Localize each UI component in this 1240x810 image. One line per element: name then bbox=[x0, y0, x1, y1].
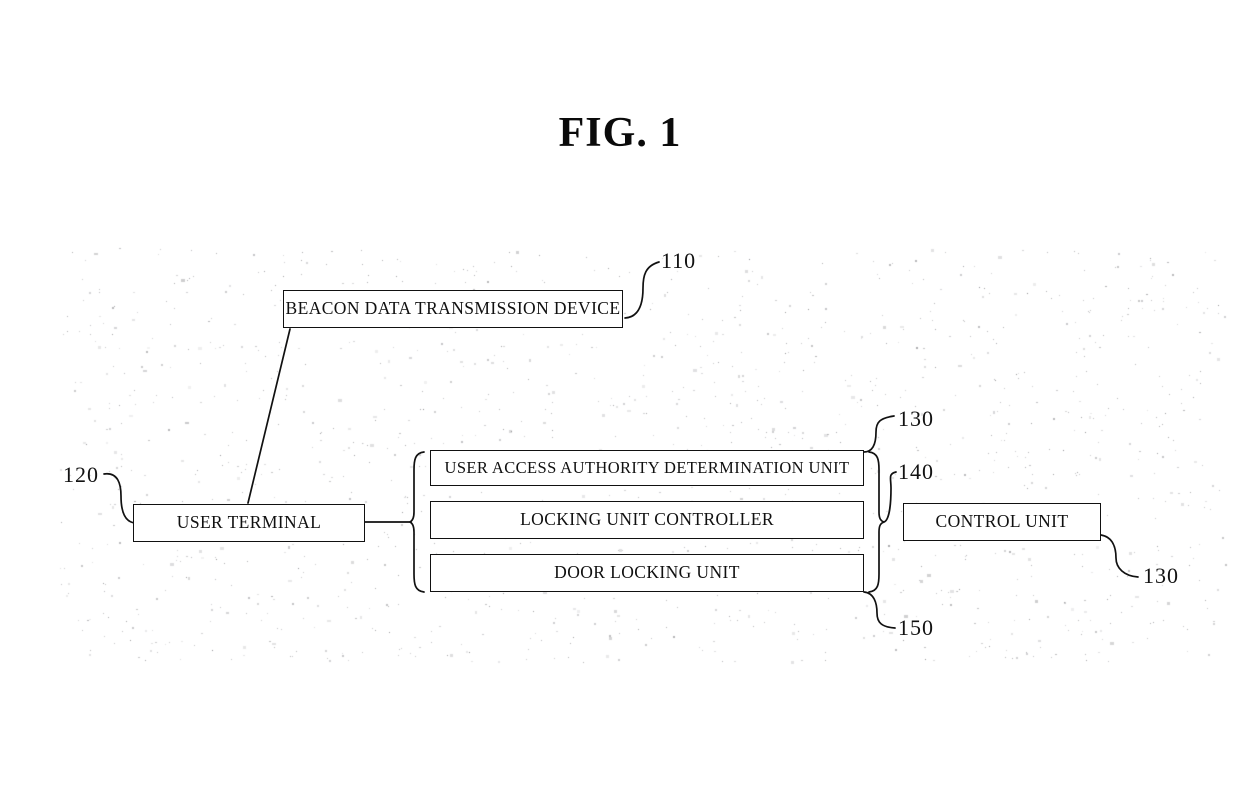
figure-title: FIG. 1 bbox=[558, 110, 682, 156]
leader-line-130-top bbox=[863, 415, 895, 453]
block-locking-unit-controller[interactable]: LOCKING UNIT CONTROLLER bbox=[430, 501, 864, 539]
reference-numeral-140-locking-controller: 140 bbox=[898, 459, 934, 484]
leader-line-130-right bbox=[1100, 534, 1139, 578]
reference-numeral-110: 110 bbox=[661, 248, 697, 273]
patent-figure: FIG. 1 BEACON DATA TRANSMISSION DEVICE U… bbox=[0, 0, 1240, 810]
block-door-locking-unit[interactable]: DOOR LOCKING UNIT bbox=[430, 554, 864, 592]
left-group-brace bbox=[409, 451, 425, 593]
reference-numeral-150-door-locking-unit: 150 bbox=[898, 615, 934, 640]
block-label: USER ACCESS AUTHORITY DETERMINATION UNIT bbox=[444, 457, 850, 477]
reference-numeral-130-control-unit: 130 bbox=[1143, 563, 1179, 588]
right-group-brace bbox=[868, 451, 885, 593]
block-user-terminal[interactable]: USER TERMINAL bbox=[133, 504, 365, 542]
leader-line-110 bbox=[624, 261, 660, 319]
block-control-unit[interactable]: CONTROL UNIT bbox=[903, 503, 1101, 541]
block-label: CONTROL UNIT bbox=[935, 511, 1069, 532]
block-user-access-authority-determination-unit[interactable]: USER ACCESS AUTHORITY DETERMINATION UNIT bbox=[430, 450, 864, 486]
block-label: LOCKING UNIT CONTROLLER bbox=[520, 509, 774, 530]
block-label: USER TERMINAL bbox=[176, 512, 322, 533]
reference-numeral-130-authority-unit: 130 bbox=[898, 406, 934, 431]
leader-line-120 bbox=[103, 473, 136, 524]
leader-line-150 bbox=[863, 591, 896, 629]
leader-line-140 bbox=[883, 471, 897, 523]
block-beacon-data-transmission-device[interactable]: BEACON DATA TRANSMISSION DEVICE bbox=[283, 290, 623, 328]
connector-beacon-user-terminal bbox=[247, 328, 291, 504]
block-label: DOOR LOCKING UNIT bbox=[554, 562, 740, 583]
block-label: BEACON DATA TRANSMISSION DEVICE bbox=[285, 298, 621, 319]
reference-numeral-120: 120 bbox=[63, 462, 99, 487]
